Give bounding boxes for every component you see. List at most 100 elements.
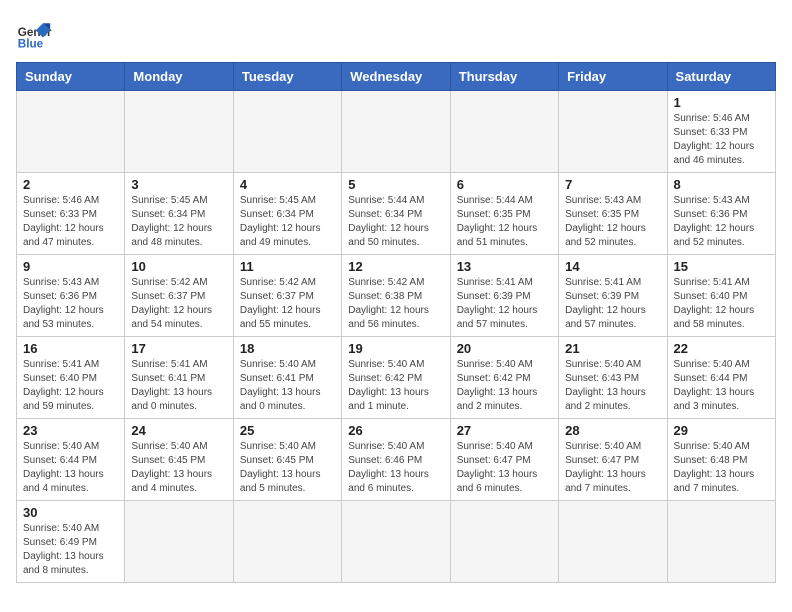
day-number: 21 (565, 341, 660, 356)
weekday-header-thursday: Thursday (450, 63, 558, 91)
calendar-cell: 21 Sunrise: 5:40 AM Sunset: 6:43 PM Dayli… (559, 337, 667, 419)
day-number: 5 (348, 177, 443, 192)
calendar-cell (233, 501, 341, 583)
calendar-cell (125, 501, 233, 583)
general-blue-logo-icon: General Blue (16, 16, 52, 52)
day-info: Sunrise: 5:43 AM Sunset: 6:36 PM Dayligh… (23, 276, 118, 332)
day-info: Sunrise: 5:40 AM Sunset: 6:44 PM Dayligh… (674, 358, 769, 414)
calendar-cell: 13 Sunrise: 5:41 AM Sunset: 6:39 PM Dayli… (450, 255, 558, 337)
calendar-table: SundayMondayTuesdayWednesdayThursdayFrid… (16, 62, 776, 583)
svg-text:Blue: Blue (18, 38, 44, 51)
day-number: 8 (674, 177, 769, 192)
day-number: 14 (565, 259, 660, 274)
day-info: Sunrise: 5:40 AM Sunset: 6:43 PM Dayligh… (565, 358, 660, 414)
day-number: 10 (131, 259, 226, 274)
calendar-cell (125, 91, 233, 173)
day-info: Sunrise: 5:41 AM Sunset: 6:39 PM Dayligh… (565, 276, 660, 332)
day-number: 25 (240, 423, 335, 438)
day-number: 6 (457, 177, 552, 192)
calendar-cell (17, 91, 125, 173)
day-number: 24 (131, 423, 226, 438)
day-info: Sunrise: 5:41 AM Sunset: 6:39 PM Dayligh… (457, 276, 552, 332)
calendar-cell: 18 Sunrise: 5:40 AM Sunset: 6:41 PM Dayli… (233, 337, 341, 419)
day-number: 17 (131, 341, 226, 356)
calendar-row: 9 Sunrise: 5:43 AM Sunset: 6:36 PM Daylig… (17, 255, 776, 337)
day-info: Sunrise: 5:41 AM Sunset: 6:40 PM Dayligh… (674, 276, 769, 332)
calendar-cell (342, 91, 450, 173)
calendar-cell: 22 Sunrise: 5:40 AM Sunset: 6:44 PM Dayli… (667, 337, 775, 419)
calendar-cell (450, 501, 558, 583)
header: General Blue (16, 16, 776, 52)
day-info: Sunrise: 5:40 AM Sunset: 6:47 PM Dayligh… (457, 440, 552, 496)
day-info: Sunrise: 5:40 AM Sunset: 6:47 PM Dayligh… (565, 440, 660, 496)
day-number: 13 (457, 259, 552, 274)
calendar-cell: 16 Sunrise: 5:41 AM Sunset: 6:40 PM Dayli… (17, 337, 125, 419)
calendar-cell (233, 91, 341, 173)
day-info: Sunrise: 5:40 AM Sunset: 6:48 PM Dayligh… (674, 440, 769, 496)
weekday-header-tuesday: Tuesday (233, 63, 341, 91)
calendar-cell: 14 Sunrise: 5:41 AM Sunset: 6:39 PM Dayli… (559, 255, 667, 337)
day-info: Sunrise: 5:45 AM Sunset: 6:34 PM Dayligh… (240, 194, 335, 250)
calendar-cell (667, 501, 775, 583)
calendar-cell: 25Sunrise: 5:40 AM Sunset: 6:45 PM Dayli… (233, 419, 341, 501)
day-number: 23 (23, 423, 118, 438)
day-info: Sunrise: 5:42 AM Sunset: 6:37 PM Dayligh… (131, 276, 226, 332)
calendar-cell: 2 Sunrise: 5:46 AM Sunset: 6:33 PM Daylig… (17, 173, 125, 255)
calendar-cell: 9 Sunrise: 5:43 AM Sunset: 6:36 PM Daylig… (17, 255, 125, 337)
day-info: Sunrise: 5:40 AM Sunset: 6:42 PM Dayligh… (457, 358, 552, 414)
day-info: Sunrise: 5:40 AM Sunset: 6:46 PM Dayligh… (348, 440, 443, 496)
calendar-row: 1Sunrise: 5:46 AM Sunset: 6:33 PM Daylig… (17, 91, 776, 173)
day-number: 19 (348, 341, 443, 356)
day-number: 2 (23, 177, 118, 192)
calendar-row: 2 Sunrise: 5:46 AM Sunset: 6:33 PM Daylig… (17, 173, 776, 255)
calendar-cell: 24Sunrise: 5:40 AM Sunset: 6:45 PM Dayli… (125, 419, 233, 501)
day-info: Sunrise: 5:45 AM Sunset: 6:34 PM Dayligh… (131, 194, 226, 250)
weekday-header-sunday: Sunday (17, 63, 125, 91)
calendar-cell: 28Sunrise: 5:40 AM Sunset: 6:47 PM Dayli… (559, 419, 667, 501)
calendar-cell: 5 Sunrise: 5:44 AM Sunset: 6:34 PM Daylig… (342, 173, 450, 255)
calendar-cell: 19 Sunrise: 5:40 AM Sunset: 6:42 PM Dayli… (342, 337, 450, 419)
day-number: 3 (131, 177, 226, 192)
calendar-row: 16 Sunrise: 5:41 AM Sunset: 6:40 PM Dayli… (17, 337, 776, 419)
day-number: 27 (457, 423, 552, 438)
day-number: 9 (23, 259, 118, 274)
day-info: Sunrise: 5:46 AM Sunset: 6:33 PM Dayligh… (23, 194, 118, 250)
calendar-cell: 1Sunrise: 5:46 AM Sunset: 6:33 PM Daylig… (667, 91, 775, 173)
day-number: 26 (348, 423, 443, 438)
weekday-header-wednesday: Wednesday (342, 63, 450, 91)
day-info: Sunrise: 5:43 AM Sunset: 6:35 PM Dayligh… (565, 194, 660, 250)
calendar-cell (559, 501, 667, 583)
day-number: 22 (674, 341, 769, 356)
calendar-cell: 23 Sunrise: 5:40 AM Sunset: 6:44 PM Dayli… (17, 419, 125, 501)
day-info: Sunrise: 5:40 AM Sunset: 6:44 PM Dayligh… (23, 440, 118, 496)
calendar-cell: 11Sunrise: 5:42 AM Sunset: 6:37 PM Dayli… (233, 255, 341, 337)
day-info: Sunrise: 5:42 AM Sunset: 6:37 PM Dayligh… (240, 276, 335, 332)
calendar-cell (342, 501, 450, 583)
calendar-cell: 30Sunrise: 5:40 AM Sunset: 6:49 PM Dayli… (17, 501, 125, 583)
day-number: 16 (23, 341, 118, 356)
calendar-cell: 7 Sunrise: 5:43 AM Sunset: 6:35 PM Daylig… (559, 173, 667, 255)
calendar-cell: 12 Sunrise: 5:42 AM Sunset: 6:38 PM Dayli… (342, 255, 450, 337)
day-number: 15 (674, 259, 769, 274)
day-number: 12 (348, 259, 443, 274)
day-info: Sunrise: 5:42 AM Sunset: 6:38 PM Dayligh… (348, 276, 443, 332)
day-info: Sunrise: 5:44 AM Sunset: 6:34 PM Dayligh… (348, 194, 443, 250)
calendar-cell: 26 Sunrise: 5:40 AM Sunset: 6:46 PM Dayli… (342, 419, 450, 501)
day-number: 18 (240, 341, 335, 356)
calendar-cell: 27 Sunrise: 5:40 AM Sunset: 6:47 PM Dayli… (450, 419, 558, 501)
day-info: Sunrise: 5:40 AM Sunset: 6:42 PM Dayligh… (348, 358, 443, 414)
calendar-cell: 15 Sunrise: 5:41 AM Sunset: 6:40 PM Dayli… (667, 255, 775, 337)
day-number: 4 (240, 177, 335, 192)
calendar-cell: 4 Sunrise: 5:45 AM Sunset: 6:34 PM Daylig… (233, 173, 341, 255)
weekday-header-friday: Friday (559, 63, 667, 91)
day-info: Sunrise: 5:40 AM Sunset: 6:41 PM Dayligh… (240, 358, 335, 414)
calendar-cell: 17Sunrise: 5:41 AM Sunset: 6:41 PM Dayli… (125, 337, 233, 419)
calendar-cell: 6Sunrise: 5:44 AM Sunset: 6:35 PM Daylig… (450, 173, 558, 255)
calendar-row: 23 Sunrise: 5:40 AM Sunset: 6:44 PM Dayli… (17, 419, 776, 501)
calendar-cell (559, 91, 667, 173)
day-info: Sunrise: 5:43 AM Sunset: 6:36 PM Dayligh… (674, 194, 769, 250)
day-info: Sunrise: 5:41 AM Sunset: 6:40 PM Dayligh… (23, 358, 118, 414)
day-info: Sunrise: 5:40 AM Sunset: 6:49 PM Dayligh… (23, 522, 118, 578)
calendar-cell: 20Sunrise: 5:40 AM Sunset: 6:42 PM Dayli… (450, 337, 558, 419)
day-number: 7 (565, 177, 660, 192)
